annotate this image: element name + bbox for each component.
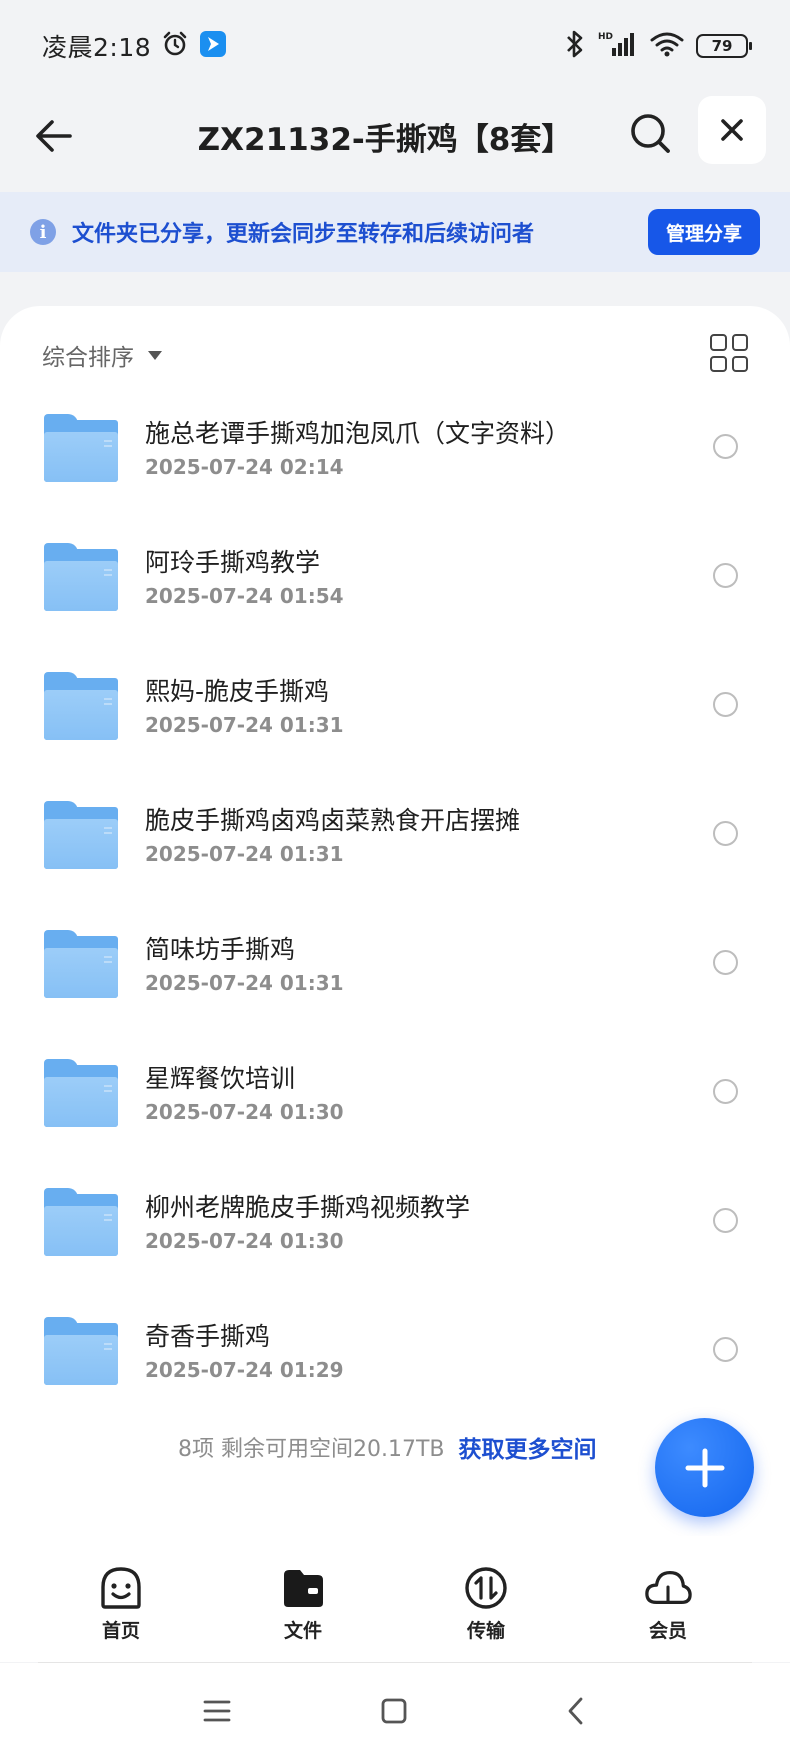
chevron-left-icon	[568, 1697, 583, 1725]
search-button[interactable]	[626, 109, 674, 157]
select-radio[interactable]	[713, 1208, 738, 1233]
folder-name: 施总老谭手撕鸡加泡凤爪（文字资料）	[145, 419, 571, 448]
nav-files[interactable]: 文件	[258, 1564, 348, 1643]
folder-icon	[44, 672, 118, 740]
folder-date: 2025-07-24 01:29	[145, 1358, 344, 1382]
bottom-nav: 首页 文件 传输 会员	[0, 1536, 790, 1662]
alarm-icon	[161, 30, 189, 62]
select-radio[interactable]	[713, 563, 738, 588]
nav-label: 文件	[283, 1620, 322, 1642]
grid-view-icon-cell	[731, 355, 748, 372]
folder-date: 2025-07-24 01:54	[145, 584, 344, 608]
file-row[interactable]: 阿玲手撕鸡教学 2025-07-24 01:54	[0, 527, 790, 656]
sort-label: 综合排序	[42, 345, 134, 371]
grid-view-icon-cell	[731, 334, 748, 351]
title-bar: ZX21132-手撕鸡【8套】	[0, 92, 790, 192]
wifi-icon	[650, 31, 684, 61]
bluetooth-icon	[564, 29, 586, 63]
grid-view-button[interactable]	[710, 334, 748, 372]
file-row[interactable]: 奇香手撕鸡 2025-07-24 01:29	[0, 1301, 790, 1430]
close-icon	[721, 119, 743, 141]
folder-icon	[44, 1188, 118, 1256]
files-icon	[279, 1564, 327, 1612]
folder-date: 2025-07-24 01:30	[145, 1229, 344, 1253]
select-radio[interactable]	[713, 1337, 738, 1362]
nav-label: 传输	[466, 1620, 505, 1642]
system-menu-button[interactable]	[197, 1691, 237, 1731]
info-icon: i	[30, 219, 56, 245]
system-back-button[interactable]	[556, 1691, 596, 1731]
folder-name: 星辉餐饮培训	[145, 1064, 296, 1093]
folder-name: 柳州老牌脆皮手撕鸡视频教学	[145, 1193, 471, 1222]
folder-name: 脆皮手撕鸡卤鸡卤菜熟食开店摆摊	[145, 806, 521, 835]
system-nav-bar	[0, 1663, 790, 1756]
svg-text:HD: HD	[598, 32, 613, 42]
add-button[interactable]	[655, 1418, 754, 1517]
item-count-storage-text: 8项 剩余可用空间20.17TB	[178, 1437, 445, 1462]
hd-signal-icon: HD	[598, 30, 638, 62]
grid-view-icon	[710, 334, 727, 351]
file-row[interactable]: 施总老谭手撕鸡加泡凤爪（文字资料） 2025-07-24 02:14	[0, 398, 790, 527]
select-radio[interactable]	[713, 692, 738, 717]
storage-footer: 8项 剩余可用空间20.17TB 获取更多空间	[178, 1430, 597, 1464]
folder-icon	[44, 930, 118, 998]
folder-date: 2025-07-24 01:30	[145, 1100, 344, 1124]
select-radio[interactable]	[713, 434, 738, 459]
folder-name: 简味坊手撕鸡	[145, 935, 296, 964]
cloud-icon	[644, 1564, 692, 1612]
status-time: 凌晨2:18	[42, 33, 152, 62]
file-row[interactable]: 简味坊手撕鸡 2025-07-24 01:31	[0, 914, 790, 1043]
file-list-card: 综合排序 施总老谭手撕鸡加泡凤爪（文字资料） 2025-07-24 02:14 …	[0, 306, 790, 1536]
caret-down-icon	[148, 350, 162, 360]
square-icon	[381, 1698, 407, 1724]
folder-date: 2025-07-24 01:31	[145, 971, 344, 995]
file-list: 施总老谭手撕鸡加泡凤爪（文字资料） 2025-07-24 02:14 阿玲手撕鸡…	[0, 398, 790, 1430]
folder-date: 2025-07-24 01:31	[145, 842, 344, 866]
transfer-icon	[462, 1564, 510, 1612]
file-row[interactable]: 熙妈-脆皮手撕鸡 2025-07-24 01:31	[0, 656, 790, 785]
battery-icon: 79	[696, 34, 752, 58]
folder-icon	[44, 1317, 118, 1385]
manage-share-button[interactable]: 管理分享	[648, 209, 760, 255]
nav-transfer[interactable]: 传输	[441, 1564, 531, 1643]
share-banner-text: 文件夹已分享，更新会同步至转存和后续访问者	[72, 222, 535, 247]
status-bar: 凌晨2:18 HD 79	[0, 0, 790, 92]
home-icon	[97, 1564, 145, 1612]
folder-name: 阿玲手撕鸡教学	[145, 548, 321, 577]
folder-icon	[44, 414, 118, 482]
nav-home[interactable]: 首页	[76, 1564, 166, 1643]
share-banner: i 文件夹已分享，更新会同步至转存和后续访问者 管理分享	[0, 192, 790, 272]
file-row[interactable]: 脆皮手撕鸡卤鸡卤菜熟食开店摆摊 2025-07-24 01:31	[0, 785, 790, 914]
folder-name: 奇香手撕鸡	[145, 1322, 271, 1351]
folder-date: 2025-07-24 01:31	[145, 713, 344, 737]
nav-label: 会员	[648, 1620, 687, 1642]
folder-icon	[44, 1059, 118, 1127]
file-row[interactable]: 星辉餐饮培训 2025-07-24 01:30	[0, 1043, 790, 1172]
select-radio[interactable]	[713, 821, 738, 846]
system-home-button[interactable]	[374, 1691, 414, 1731]
file-row[interactable]: 柳州老牌脆皮手撕鸡视频教学 2025-07-24 01:30	[0, 1172, 790, 1301]
close-button[interactable]	[698, 96, 766, 164]
app-notification-icon	[199, 30, 227, 62]
nav-membership[interactable]: 会员	[623, 1564, 713, 1643]
get-more-space-link[interactable]: 获取更多空间	[459, 1430, 597, 1464]
plus-icon	[685, 1448, 724, 1487]
nav-label: 首页	[101, 1620, 140, 1642]
menu-icon	[203, 1700, 231, 1722]
select-radio[interactable]	[713, 1079, 738, 1104]
folder-date: 2025-07-24 02:14	[145, 455, 344, 479]
folder-icon	[44, 543, 118, 611]
folder-name: 熙妈-脆皮手撕鸡	[145, 677, 330, 706]
folder-icon	[44, 801, 118, 869]
search-icon	[631, 114, 670, 153]
select-radio[interactable]	[713, 950, 738, 975]
sort-dropdown[interactable]: 综合排序	[42, 338, 162, 372]
grid-view-icon-cell	[710, 355, 727, 372]
